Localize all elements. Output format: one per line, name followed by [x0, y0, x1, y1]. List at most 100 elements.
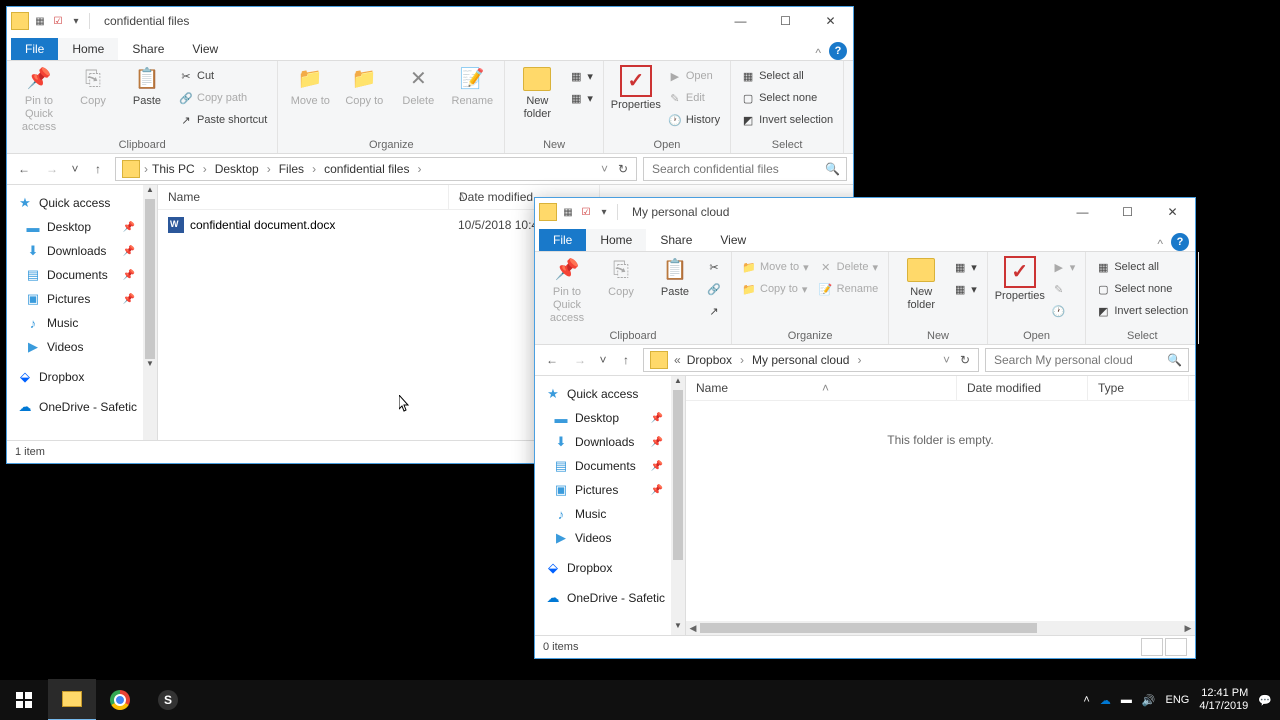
system-tray[interactable]: ˄ ☁ ▬ 🔊 ENG 12:41 PM 4/17/2019 💬: [1083, 687, 1280, 713]
file-list[interactable]: This folder is empty.: [686, 401, 1195, 621]
move-to-button[interactable]: 📁Move to ▾: [738, 256, 813, 278]
explorer-window-cloud[interactable]: ▦ ☑ ▾ My personal cloud — ☐ ✕ File Home …: [534, 197, 1196, 659]
navigation-pane[interactable]: ★Quick access ▬Desktop📌 ⬇Downloads📌 ▤Doc…: [535, 376, 686, 635]
crumb[interactable]: My personal cloud: [748, 353, 865, 367]
search-box[interactable]: 🔍: [985, 348, 1189, 372]
new-item-button[interactable]: ▦▾: [565, 65, 597, 87]
collapse-ribbon-icon[interactable]: ^: [1157, 237, 1163, 251]
search-icon[interactable]: 🔍: [1167, 353, 1182, 367]
tab-view[interactable]: View: [178, 38, 232, 60]
delete-button[interactable]: ✕Delete: [392, 65, 444, 108]
qat-item[interactable]: ▦: [33, 14, 47, 28]
tab-share[interactable]: Share: [118, 38, 178, 60]
nav-quick-access[interactable]: ★Quick access: [535, 382, 685, 406]
invert-selection-button[interactable]: ◩Invert selection: [1092, 300, 1192, 322]
paste-shortcut-button[interactable]: ↗: [703, 300, 725, 322]
easy-access-button[interactable]: ▦▾: [565, 87, 597, 109]
move-to-button[interactable]: 📁Move to: [284, 65, 336, 108]
col-name[interactable]: Name˄: [686, 376, 957, 400]
nav-documents[interactable]: ▤Documents📌: [535, 454, 685, 478]
open-small-button[interactable]: ▶▾: [1048, 256, 1080, 278]
view-details-button[interactable]: [1141, 638, 1163, 656]
quick-access-toolbar[interactable]: ▦ ☑ ▾: [33, 14, 83, 28]
tab-view[interactable]: View: [706, 229, 760, 251]
tab-file[interactable]: File: [539, 229, 586, 251]
new-folder-button[interactable]: New folder: [511, 65, 563, 121]
nav-downloads[interactable]: ⬇Downloads📌: [535, 430, 685, 454]
crumb[interactable]: Desktop: [211, 162, 275, 176]
cut-button[interactable]: ✂Cut: [175, 65, 271, 87]
invert-selection-button[interactable]: ◩Invert selection: [737, 109, 837, 131]
language-indicator[interactable]: ENG: [1166, 694, 1190, 706]
select-all-button[interactable]: ▦Select all: [737, 65, 837, 87]
copy-button[interactable]: ⎘Copy: [67, 65, 119, 108]
back-button[interactable]: ←: [541, 349, 563, 371]
volume-icon[interactable]: 🔊: [1142, 694, 1156, 707]
nav-documents[interactable]: ▤Documents📌: [7, 263, 157, 287]
column-headers[interactable]: Name˄ Date modified Type: [686, 376, 1195, 401]
search-box[interactable]: 🔍: [643, 157, 847, 181]
nav-pictures[interactable]: ▣Pictures📌: [7, 287, 157, 311]
paste-shortcut-button[interactable]: ↗Paste shortcut: [175, 109, 271, 131]
navigation-pane[interactable]: ★Quick access ▬Desktop📌 ⬇Downloads📌 ▤Doc…: [7, 185, 158, 440]
tab-share[interactable]: Share: [646, 229, 706, 251]
recent-dropdown[interactable]: ˅: [597, 349, 609, 371]
view-icons-button[interactable]: [1165, 638, 1187, 656]
dropdown-icon[interactable]: ˅: [939, 353, 954, 367]
minimize-button[interactable]: —: [1060, 198, 1105, 226]
easy-access-button[interactable]: ▦▾: [949, 278, 981, 300]
breadcrumb[interactable]: › This PC Desktop Files confidential fil…: [115, 157, 637, 181]
minimize-button[interactable]: —: [718, 7, 763, 35]
copy-path-button[interactable]: 🔗Copy path: [175, 87, 271, 109]
nav-downloads[interactable]: ⬇Downloads📌: [7, 239, 157, 263]
up-button[interactable]: ↑: [87, 158, 109, 180]
properties-button[interactable]: ✓Properties: [994, 256, 1046, 303]
qat-item[interactable]: ▦: [561, 205, 575, 219]
nav-onedrive[interactable]: ☁OneDrive - Safetic: [535, 586, 685, 610]
paste-button[interactable]: 📋Paste: [649, 256, 701, 299]
tab-home[interactable]: Home: [58, 38, 118, 60]
nav-scrollbar[interactable]: ▲▼: [143, 185, 157, 440]
select-none-button[interactable]: ▢Select none: [1092, 278, 1192, 300]
crumb-prefix[interactable]: «: [672, 353, 683, 367]
scroll-left-icon[interactable]: ◀: [686, 623, 700, 634]
nav-dropbox[interactable]: ⬙Dropbox: [535, 556, 685, 580]
col-type[interactable]: Type: [1088, 376, 1189, 400]
edit-small-button[interactable]: ✎: [1048, 278, 1080, 300]
properties-button[interactable]: ✓Properties: [610, 65, 662, 112]
maximize-button[interactable]: ☐: [763, 7, 808, 35]
recent-dropdown[interactable]: ˅: [69, 158, 81, 180]
rename-button[interactable]: 📝Rename: [815, 278, 883, 300]
history-small-button[interactable]: 🕐: [1048, 300, 1080, 322]
nav-music[interactable]: ♪Music: [535, 502, 685, 526]
dropdown-icon[interactable]: ˅: [597, 162, 612, 176]
scroll-thumb[interactable]: [700, 623, 1037, 633]
copy-path-button[interactable]: 🔗: [703, 278, 725, 300]
back-button[interactable]: ←: [13, 158, 35, 180]
horizontal-scrollbar[interactable]: ◀ ▶: [686, 621, 1195, 635]
history-button[interactable]: 🕐History: [664, 109, 724, 131]
select-all-button[interactable]: ▦Select all: [1092, 256, 1192, 278]
search-icon[interactable]: 🔍: [825, 162, 840, 176]
nav-music[interactable]: ♪Music: [7, 311, 157, 335]
rename-button[interactable]: 📝Rename: [446, 65, 498, 108]
refresh-button[interactable]: ↻: [612, 162, 634, 176]
qat-item[interactable]: ☑: [51, 14, 65, 28]
help-icon[interactable]: ?: [829, 42, 847, 60]
onedrive-tray-icon[interactable]: ☁: [1100, 694, 1111, 707]
tab-file[interactable]: File: [11, 38, 58, 60]
copy-to-button[interactable]: 📁Copy to: [338, 65, 390, 108]
nav-pictures[interactable]: ▣Pictures📌: [535, 478, 685, 502]
titlebar[interactable]: ▦ ☑ ▾ My personal cloud — ☐ ✕: [535, 198, 1195, 226]
up-button[interactable]: ↑: [615, 349, 637, 371]
start-button[interactable]: [0, 680, 48, 720]
file-list-pane[interactable]: Name˄ Date modified Type This folder is …: [686, 376, 1195, 635]
taskbar-explorer[interactable]: [48, 679, 96, 720]
taskbar[interactable]: S ˄ ☁ ▬ 🔊 ENG 12:41 PM 4/17/2019 💬: [0, 680, 1280, 720]
qat-item[interactable]: ☑: [579, 205, 593, 219]
nav-onedrive[interactable]: ☁OneDrive - Safetic: [7, 395, 157, 419]
search-input[interactable]: [650, 161, 825, 177]
new-folder-button[interactable]: New folder: [895, 256, 947, 312]
refresh-button[interactable]: ↻: [954, 353, 976, 367]
close-button[interactable]: ✕: [1150, 198, 1195, 226]
